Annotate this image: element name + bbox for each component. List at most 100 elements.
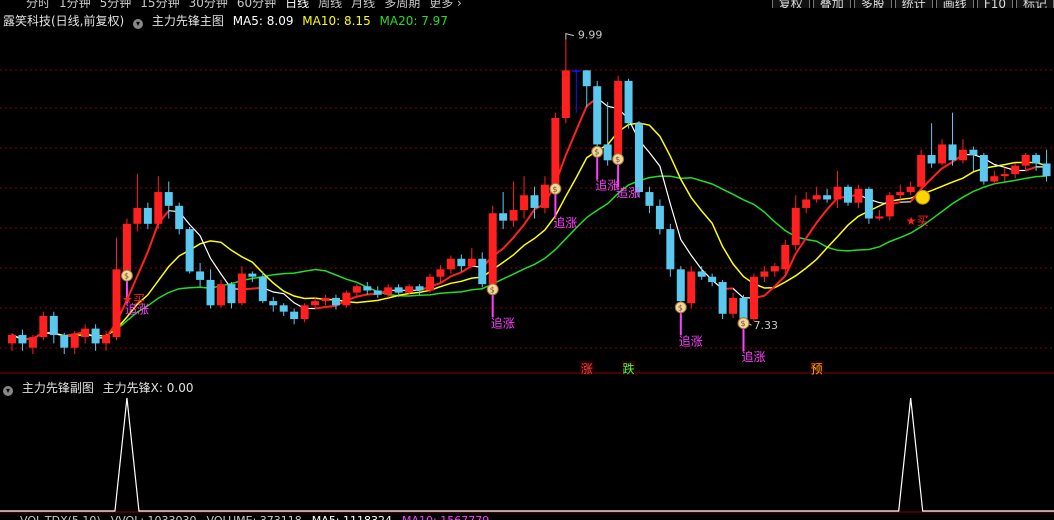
- candle-body: [927, 155, 936, 164]
- candle-body: [509, 210, 518, 221]
- candle-body: [854, 188, 863, 203]
- candle-body: [540, 184, 549, 208]
- candle-body: [415, 286, 424, 291]
- chase-signal-label: 追涨: [491, 315, 515, 330]
- candle-body: [217, 284, 225, 306]
- candle-body: [781, 244, 790, 270]
- candle-body: [896, 192, 905, 196]
- candle-body: [958, 149, 967, 161]
- candle-body: [175, 205, 184, 230]
- volume-readout: MA10: 1567779: [402, 514, 489, 520]
- buy-star-icon: ★: [906, 214, 917, 228]
- candle-body: [258, 276, 267, 302]
- money-bag-symbol: $: [678, 303, 683, 312]
- candle-body: [1000, 174, 1009, 177]
- candle-body: [60, 334, 69, 348]
- candle-body: [18, 334, 27, 344]
- candle-body: [81, 328, 90, 338]
- candle-body: [102, 334, 111, 344]
- volume-readout: VVOL: 1033030: [111, 514, 197, 520]
- money-bag-symbol: $: [552, 185, 557, 194]
- chase-signal-label: 追涨: [679, 333, 703, 348]
- candle-body: [593, 86, 602, 145]
- money-bag-icon: $: [549, 182, 562, 195]
- candle-body: [875, 216, 884, 219]
- buy-signal-label: 买: [917, 214, 929, 228]
- money-bag-icon: $: [674, 301, 687, 314]
- candle-body: [91, 328, 100, 344]
- candle-body: [885, 195, 894, 217]
- high-price-label: 9.99: [578, 29, 603, 42]
- volume-readout: VOL-TDX(5,10): [20, 514, 101, 520]
- candle-body: [321, 297, 330, 302]
- candle-body: [718, 282, 727, 314]
- candle-body: [1021, 155, 1030, 166]
- candle-body: [133, 207, 142, 224]
- candle-body: [331, 297, 340, 306]
- candle-body: [645, 192, 654, 206]
- money-bag-symbol: $: [124, 272, 129, 281]
- candle-body: [112, 269, 121, 338]
- buy-signal-label: 买: [133, 293, 145, 307]
- candle-body: [823, 195, 832, 200]
- candle-body: [969, 149, 978, 156]
- smiley-icon: [915, 189, 931, 205]
- candle-body: [499, 213, 508, 221]
- signal-marker-label: 跌: [623, 361, 635, 376]
- candle-body: [363, 286, 372, 291]
- candle-body: [154, 192, 163, 224]
- candle-body: [1032, 155, 1041, 164]
- ma-trend-line: [22, 97, 1037, 341]
- candle-body: [864, 188, 873, 219]
- candle-body: [290, 311, 299, 320]
- candle-body: [917, 155, 926, 187]
- candle-body: [770, 266, 779, 272]
- candle-body: [938, 144, 947, 164]
- candle-body: [708, 276, 717, 283]
- money-bag-symbol: $: [490, 285, 495, 294]
- volume-readout: MA5: 1118324: [312, 514, 392, 520]
- candle-body: [812, 195, 821, 200]
- candle-body: [8, 334, 16, 344]
- candle-body: [635, 123, 643, 193]
- candle-body: [122, 223, 131, 272]
- candle-body: [990, 176, 999, 182]
- candle-body: [185, 229, 194, 272]
- candle-body: [457, 258, 466, 267]
- high-marker: [565, 33, 574, 40]
- volume-header: VOL-TDX(5,10) VVOL: 1033030 VOLUME: 373118…: [0, 513, 1054, 520]
- candle-body: [196, 271, 205, 280]
- candle-body: [624, 80, 633, 124]
- low-price-label: 7.33: [754, 319, 779, 332]
- chase-signal-label: 追涨: [742, 349, 766, 364]
- signal-marker-label: 预: [811, 362, 823, 376]
- candle-body: [948, 144, 957, 161]
- candle-body: [572, 70, 581, 72]
- chase-signal-label: 追涨: [616, 185, 640, 200]
- candle-body: [906, 186, 915, 193]
- candle-body: [844, 186, 852, 203]
- candle-body: [237, 273, 246, 304]
- candle-body: [551, 117, 560, 185]
- candle-body: [749, 276, 758, 320]
- candle-body: [655, 205, 664, 230]
- main-force-x-line: [0, 397, 1054, 512]
- candle-body: [28, 337, 37, 348]
- candle-body: [614, 80, 623, 156]
- candle-body: [405, 286, 414, 293]
- candle-body: [248, 273, 257, 277]
- money-bag-icon: $: [737, 317, 750, 330]
- kline-chart[interactable]: 9.997.33追涨追涨追涨追涨追涨追涨追涨$$$$$$$★ 买★ 买涨跌预: [0, 0, 1054, 520]
- candle-body: [561, 70, 570, 118]
- buy-star-icon: ★: [122, 293, 133, 307]
- candle-body: [311, 301, 320, 306]
- candle-body: [467, 258, 476, 267]
- candle-body: [446, 258, 455, 270]
- candle-body: [39, 315, 48, 338]
- candle-body: [49, 315, 58, 335]
- money-bag-symbol: $: [741, 319, 746, 328]
- candle-body: [436, 269, 445, 277]
- candle-body: [227, 284, 236, 304]
- candle-body: [279, 305, 288, 312]
- signal-marker-label: 涨: [581, 361, 593, 376]
